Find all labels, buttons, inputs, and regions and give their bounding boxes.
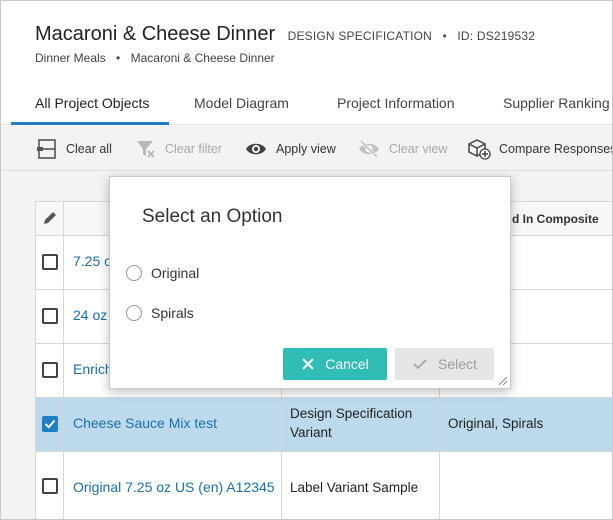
edit-column-header[interactable]	[36, 202, 64, 236]
tab-all-project-objects[interactable]: All Project Objects	[35, 95, 149, 111]
row-checkbox-checked[interactable]	[42, 416, 58, 432]
object-id-label: ID: DS219532	[457, 29, 536, 43]
composite-column-header[interactable]: d In Composite	[512, 212, 599, 226]
clear-all-label: Clear all	[66, 141, 112, 156]
clear-filter-button[interactable]: Clear filter	[135, 126, 222, 171]
clear-view-button[interactable]: Clear view	[357, 126, 447, 171]
radio-button[interactable]	[126, 305, 142, 321]
option-spirals[interactable]: Spirals	[126, 305, 194, 321]
cancel-label: Cancel	[325, 356, 369, 372]
row-checkbox[interactable]	[42, 478, 58, 494]
breadcrumb-item-dinner-meals[interactable]: Dinner Meals	[35, 51, 106, 65]
compare-responses-button[interactable]: Compare Responses	[467, 126, 613, 171]
select-option-dialog: Select an Option Original Spirals Cancel…	[109, 176, 511, 389]
tab-supplier-ranking[interactable]: Supplier Ranking	[503, 95, 610, 111]
row-checkbox[interactable]	[42, 362, 58, 378]
row-name-link[interactable]: 24 oz	[73, 307, 107, 323]
clear-filter-label: Clear filter	[165, 141, 222, 156]
row-checkbox[interactable]	[42, 254, 58, 270]
apply-view-button[interactable]: Apply view	[244, 126, 336, 171]
clear-all-icon	[37, 138, 56, 159]
breadcrumb-separator: •	[116, 51, 121, 65]
tab-project-information[interactable]: Project Information	[337, 95, 455, 111]
row-composite-cell: Original, Spirals	[448, 416, 544, 431]
row-type-cell-line2: Variant	[290, 425, 332, 440]
option-original[interactable]: Original	[126, 265, 199, 281]
cancel-button[interactable]: Cancel	[283, 348, 387, 380]
pencil-icon	[44, 212, 56, 224]
eye-slash-icon	[359, 139, 379, 158]
row-type-cell: Design Specification	[290, 406, 413, 421]
row-name-link[interactable]: Enrich	[73, 361, 113, 377]
resize-handle-icon[interactable]	[496, 374, 508, 386]
row-name-link[interactable]: 7.25 c	[73, 253, 111, 269]
apply-view-label: Apply view	[276, 141, 336, 156]
table-row[interactable]: Original 7.25 oz US (en) A12345 Label Va…	[36, 452, 612, 519]
compare-responses-label: Compare Responses	[499, 141, 613, 156]
tab-bar: All Project Objects Model Diagram Projec…	[1, 85, 612, 125]
active-tab-indicator	[11, 122, 169, 125]
option-label: Spirals	[151, 305, 194, 321]
breadcrumb: Dinner Meals • Macaroni & Cheese Dinner	[35, 51, 275, 65]
clear-all-button[interactable]: Clear all	[36, 126, 112, 171]
radio-button[interactable]	[126, 265, 142, 281]
dialog-title: Select an Option	[142, 206, 283, 227]
check-icon	[413, 359, 427, 370]
app-window: Macaroni & Cheese Dinner DESIGN SPECIFIC…	[0, 0, 613, 520]
select-button[interactable]: Select	[395, 348, 494, 380]
compare-cube-icon	[468, 138, 491, 160]
toolbar: Clear all Clear filter Apply view Clear …	[1, 126, 613, 171]
option-label: Original	[151, 265, 200, 281]
close-icon	[302, 358, 314, 370]
row-name-link[interactable]: Original 7.25 oz US (en) A12345	[73, 479, 275, 495]
eye-icon	[246, 143, 266, 154]
clear-view-label: Clear view	[389, 141, 448, 156]
clear-filter-icon	[137, 140, 155, 158]
breadcrumb-item-current: Macaroni & Cheese Dinner	[130, 51, 275, 65]
page-title: Macaroni & Cheese Dinner	[35, 23, 276, 45]
table-row-selected[interactable]: Cheese Sauce Mix test Design Specificati…	[36, 398, 612, 452]
object-type-label: DESIGN SPECIFICATION	[287, 29, 433, 43]
select-label: Select	[438, 356, 477, 372]
header-separator: •	[442, 29, 447, 43]
row-checkbox[interactable]	[42, 308, 58, 324]
page-header: Macaroni & Cheese Dinner DESIGN SPECIFIC…	[35, 23, 535, 46]
tab-model-diagram[interactable]: Model Diagram	[194, 95, 289, 111]
row-name-link[interactable]: Cheese Sauce Mix test	[73, 415, 217, 431]
checkmark-icon	[44, 419, 56, 429]
row-type-cell: Label Variant Sample	[290, 480, 419, 495]
